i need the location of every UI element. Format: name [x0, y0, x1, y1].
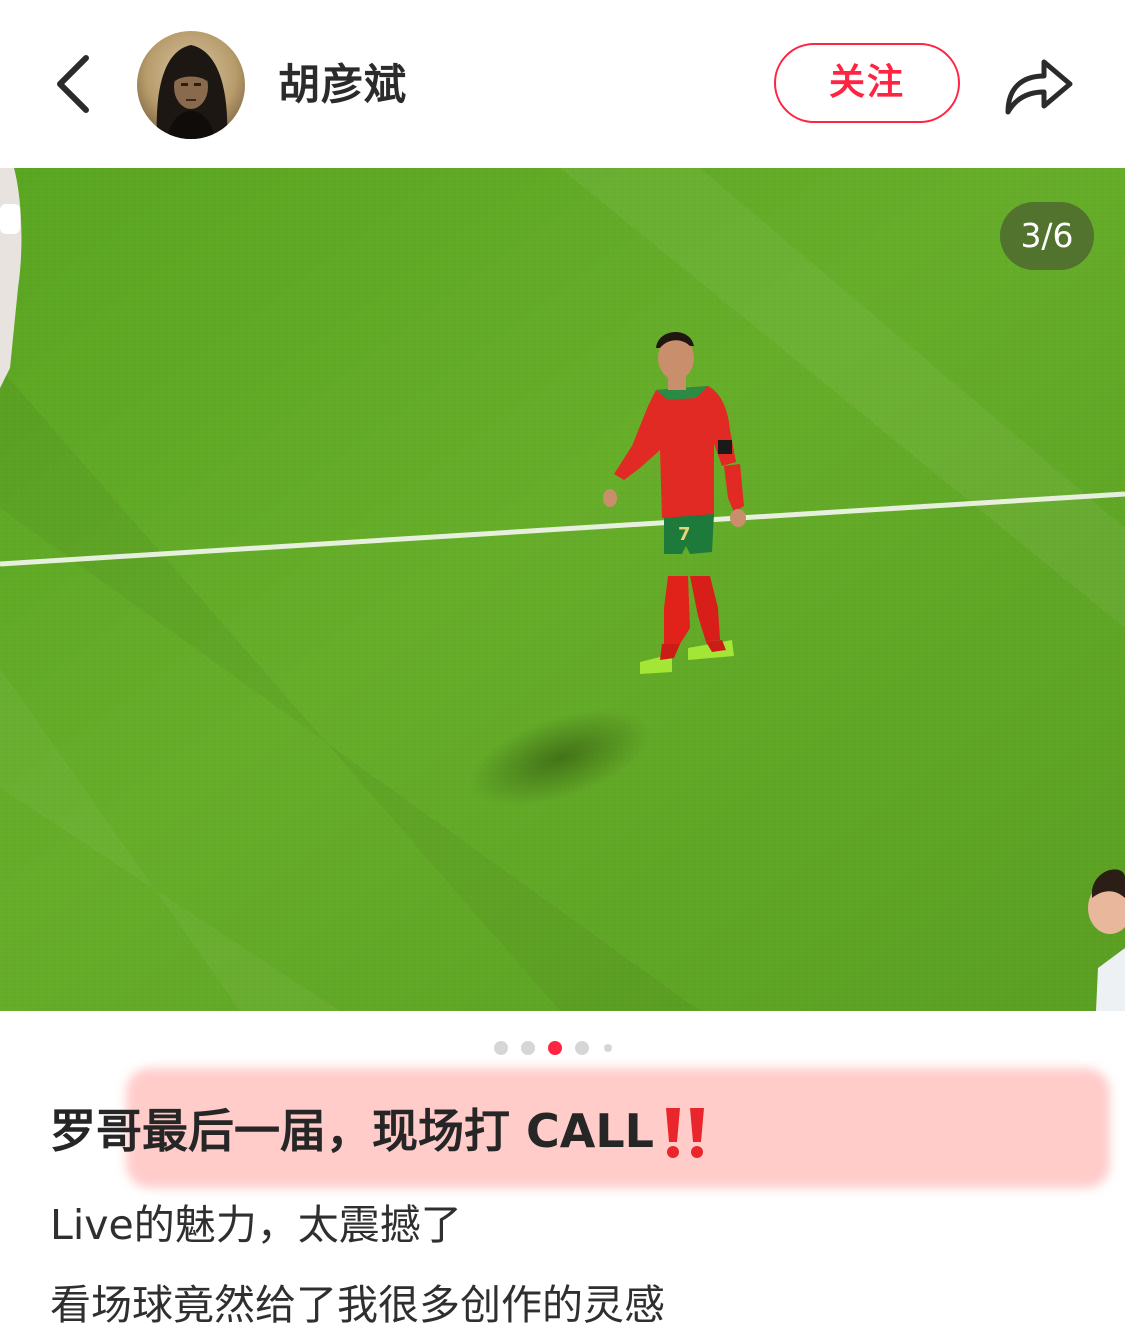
carousel-dot[interactable]	[521, 1041, 535, 1055]
carousel-dot[interactable]	[575, 1041, 589, 1055]
image-counter: 3/6	[1000, 202, 1094, 270]
follow-button[interactable]: 关注	[774, 43, 960, 123]
post-title: 罗哥最后一届，现场打 CALL	[50, 1098, 714, 1164]
football-pitch-image: 7	[0, 168, 1125, 1011]
post-photo[interactable]: 7 3/6	[0, 168, 1125, 1011]
share-arrow-icon	[1005, 59, 1073, 115]
carousel-dots	[494, 1041, 624, 1055]
svg-text:7: 7	[678, 524, 691, 545]
back-button[interactable]	[44, 46, 114, 122]
post-header: 胡彦斌 关注	[0, 0, 1125, 168]
share-button[interactable]	[996, 46, 1080, 122]
double-exclamation-icon	[658, 1098, 714, 1164]
avatar-image	[137, 31, 245, 139]
post-title-text: 罗哥最后一届，现场打 CALL	[50, 1104, 654, 1158]
post-body-line: Live的魅力，太震撼了	[50, 1201, 462, 1249]
author-avatar[interactable]	[137, 31, 245, 139]
chevron-left-icon	[57, 55, 89, 113]
carousel-dot[interactable]	[604, 1044, 612, 1052]
post-body-line: 看场球竟然给了我很多创作的灵感	[50, 1281, 665, 1329]
author-name[interactable]: 胡彦斌	[278, 56, 407, 114]
carousel-dot-active[interactable]	[548, 1041, 562, 1055]
carousel-dot[interactable]	[494, 1041, 508, 1055]
